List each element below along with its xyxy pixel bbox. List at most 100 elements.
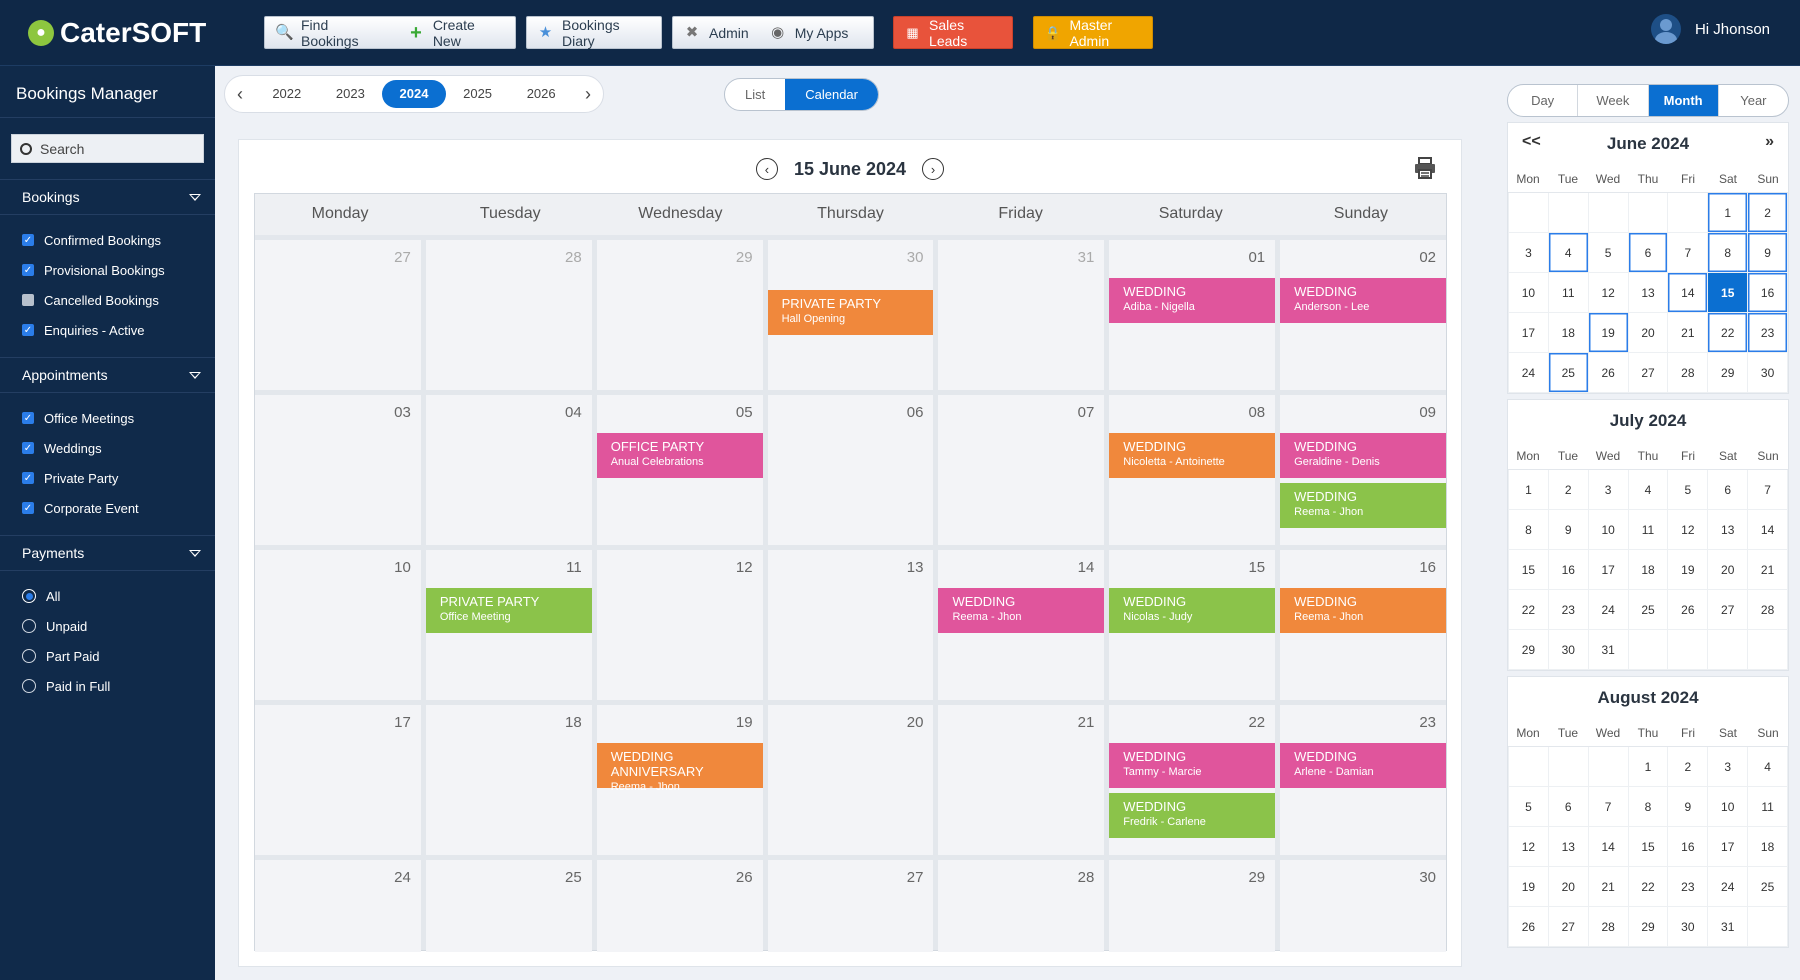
mini-day[interactable]: 25 (1548, 353, 1589, 393)
mini-day[interactable]: 23 (1748, 313, 1788, 353)
mini-day[interactable]: 31 (1588, 630, 1629, 670)
filter-option-confirmed-bookings[interactable]: ✓ Confirmed Bookings (0, 225, 215, 255)
mini-day[interactable]: 24 (1708, 867, 1749, 907)
filter-option-corporate-event[interactable]: ✓ Corporate Event (0, 493, 215, 523)
mini-day[interactable]: 26 (1588, 353, 1629, 393)
mini-day[interactable]: 28 (1588, 907, 1629, 947)
mini-day[interactable]: 24 (1588, 590, 1629, 630)
day-cell[interactable]: 30 PRIVATE PARTY Hall Opening (767, 240, 934, 390)
day-cell[interactable]: 22 WEDDING Tammy - Marcie WEDDING Fredrik - … (1109, 705, 1276, 855)
day-cell[interactable]: 06 (767, 395, 934, 545)
event-block[interactable]: WEDDING Anderson - Lee (1280, 278, 1447, 323)
mini-day[interactable]: 20 (1708, 550, 1749, 590)
event-block[interactable]: OFFICE PARTY Anual Celebrations (596, 433, 763, 478)
day-cell[interactable]: 23 WEDDING Arlene - Damian (1280, 705, 1447, 855)
mini-day[interactable]: 28 (1748, 590, 1788, 630)
filter-option-weddings[interactable]: ✓ Weddings (0, 433, 215, 463)
mini-day[interactable]: 20 (1548, 867, 1589, 907)
mini-day[interactable]: 13 (1628, 273, 1669, 313)
list-view-button[interactable]: List (725, 79, 785, 110)
mini-day[interactable]: 27 (1548, 907, 1589, 947)
mini-day[interactable]: 24 (1509, 353, 1549, 393)
mini-day[interactable]: 17 (1509, 313, 1549, 353)
day-cell[interactable]: 27 (767, 860, 934, 952)
filter-option-private-party[interactable]: ✓ Private Party (0, 463, 215, 493)
mini-day[interactable]: 6 (1708, 470, 1749, 510)
mini-day[interactable]: 21 (1748, 550, 1788, 590)
mini-day[interactable]: 3 (1708, 747, 1749, 787)
day-cell[interactable]: 08 WEDDING Nicoletta - Antoinette (1109, 395, 1276, 545)
mini-day[interactable]: 4 (1748, 747, 1788, 787)
range-year-button[interactable]: Year (1719, 85, 1788, 116)
admin-button[interactable]: ✖ Admin (673, 17, 759, 48)
mini-day[interactable]: 3 (1509, 233, 1549, 273)
mini-day[interactable]: 17 (1588, 550, 1629, 590)
mini-day[interactable]: 1 (1509, 470, 1549, 510)
event-block[interactable]: WEDDING Reema - Jhon (1280, 483, 1447, 528)
mini-day[interactable]: 16 (1748, 273, 1788, 313)
mini-day[interactable]: 11 (1748, 787, 1788, 827)
printer-icon[interactable] (1413, 156, 1437, 180)
event-block[interactable]: WEDDING Reema - Jhon (938, 588, 1105, 633)
mini-day[interactable]: 22 (1509, 590, 1549, 630)
mini-day[interactable]: 18 (1748, 827, 1788, 867)
day-cell[interactable]: 17 (255, 705, 421, 855)
mini-day[interactable]: 10 (1708, 787, 1749, 827)
mini-day[interactable]: 31 (1708, 907, 1749, 947)
day-cell[interactable]: 01 WEDDING Adiba - Nigella (1109, 240, 1276, 390)
day-cell[interactable]: 28 (425, 240, 592, 390)
event-block[interactable]: WEDDING Arlene - Damian (1280, 743, 1447, 788)
day-cell[interactable]: 07 (938, 395, 1105, 545)
double-chevron-right-icon[interactable]: » (1765, 133, 1774, 151)
mini-day[interactable]: 15 (1628, 827, 1669, 867)
checkbox[interactable]: ✓ (22, 264, 34, 276)
mini-day[interactable]: 22 (1708, 313, 1749, 353)
filter-option-office-meetings[interactable]: ✓ Office Meetings (0, 403, 215, 433)
next-month-button[interactable]: › (922, 158, 945, 180)
day-cell[interactable]: 09 WEDDING Geraldine - Denis WEDDING Reema -… (1280, 395, 1447, 545)
range-week-button[interactable]: Week (1578, 85, 1649, 116)
day-cell[interactable]: 11 PRIVATE PARTY Office Meeting (425, 550, 592, 700)
day-cell[interactable]: 05 OFFICE PARTY Anual Celebrations (596, 395, 763, 545)
day-cell[interactable]: 03 (255, 395, 421, 545)
double-chevron-left-icon[interactable]: << (1522, 133, 1541, 151)
mini-day[interactable]: 2 (1748, 193, 1788, 233)
event-block[interactable]: WEDDING ANNIVERSARY Reema - Jhon (596, 743, 763, 793)
event-block[interactable]: WEDDING Nicolas - Judy (1109, 588, 1276, 633)
mini-day[interactable]: 16 (1668, 827, 1709, 867)
catersoft-logo[interactable]: ● CaterSOFT (28, 17, 206, 49)
mini-day[interactable]: 29 (1509, 630, 1549, 670)
radio-button[interactable] (22, 589, 36, 603)
day-cell[interactable]: 10 (255, 550, 421, 700)
filter-option-provisional-bookings[interactable]: ✓ Provisional Bookings (0, 255, 215, 285)
mini-day[interactable]: 4 (1628, 470, 1669, 510)
filter-option-enquiries-active[interactable]: ✓ Enquiries - Active (0, 315, 215, 345)
mini-day[interactable]: 14 (1588, 827, 1629, 867)
filter-option-part-paid[interactable]: Part Paid (0, 641, 215, 671)
day-cell[interactable]: 18 (425, 705, 592, 855)
mini-day[interactable]: 7 (1668, 233, 1709, 273)
year-2024[interactable]: 2024 (382, 80, 446, 108)
mini-day[interactable]: 9 (1668, 787, 1709, 827)
mini-day[interactable]: 19 (1509, 867, 1549, 907)
day-cell[interactable]: 16 WEDDING Reema - Jhon (1280, 550, 1447, 700)
section-header-bookings[interactable]: Bookings (0, 179, 215, 215)
mini-day[interactable]: 8 (1509, 510, 1549, 550)
mini-day[interactable]: 22 (1628, 867, 1669, 907)
mini-day[interactable]: 16 (1548, 550, 1589, 590)
mini-day[interactable]: 19 (1588, 313, 1629, 353)
mini-day[interactable]: 19 (1668, 550, 1709, 590)
day-cell[interactable]: 14 WEDDING Reema - Jhon (938, 550, 1105, 700)
day-cell[interactable]: 27 (255, 240, 421, 390)
mini-day[interactable]: 23 (1548, 590, 1589, 630)
day-cell[interactable]: 26 (596, 860, 763, 952)
day-cell[interactable]: 04 (425, 395, 592, 545)
day-cell[interactable]: 25 (425, 860, 592, 952)
mini-day[interactable]: 21 (1588, 867, 1629, 907)
mini-day[interactable]: 6 (1628, 233, 1669, 273)
day-cell[interactable]: 29 (596, 240, 763, 390)
mini-day[interactable]: 5 (1668, 470, 1709, 510)
checkbox[interactable]: ✓ (22, 472, 34, 484)
checkbox[interactable]: ✓ (22, 324, 34, 336)
mini-day[interactable]: 20 (1628, 313, 1669, 353)
